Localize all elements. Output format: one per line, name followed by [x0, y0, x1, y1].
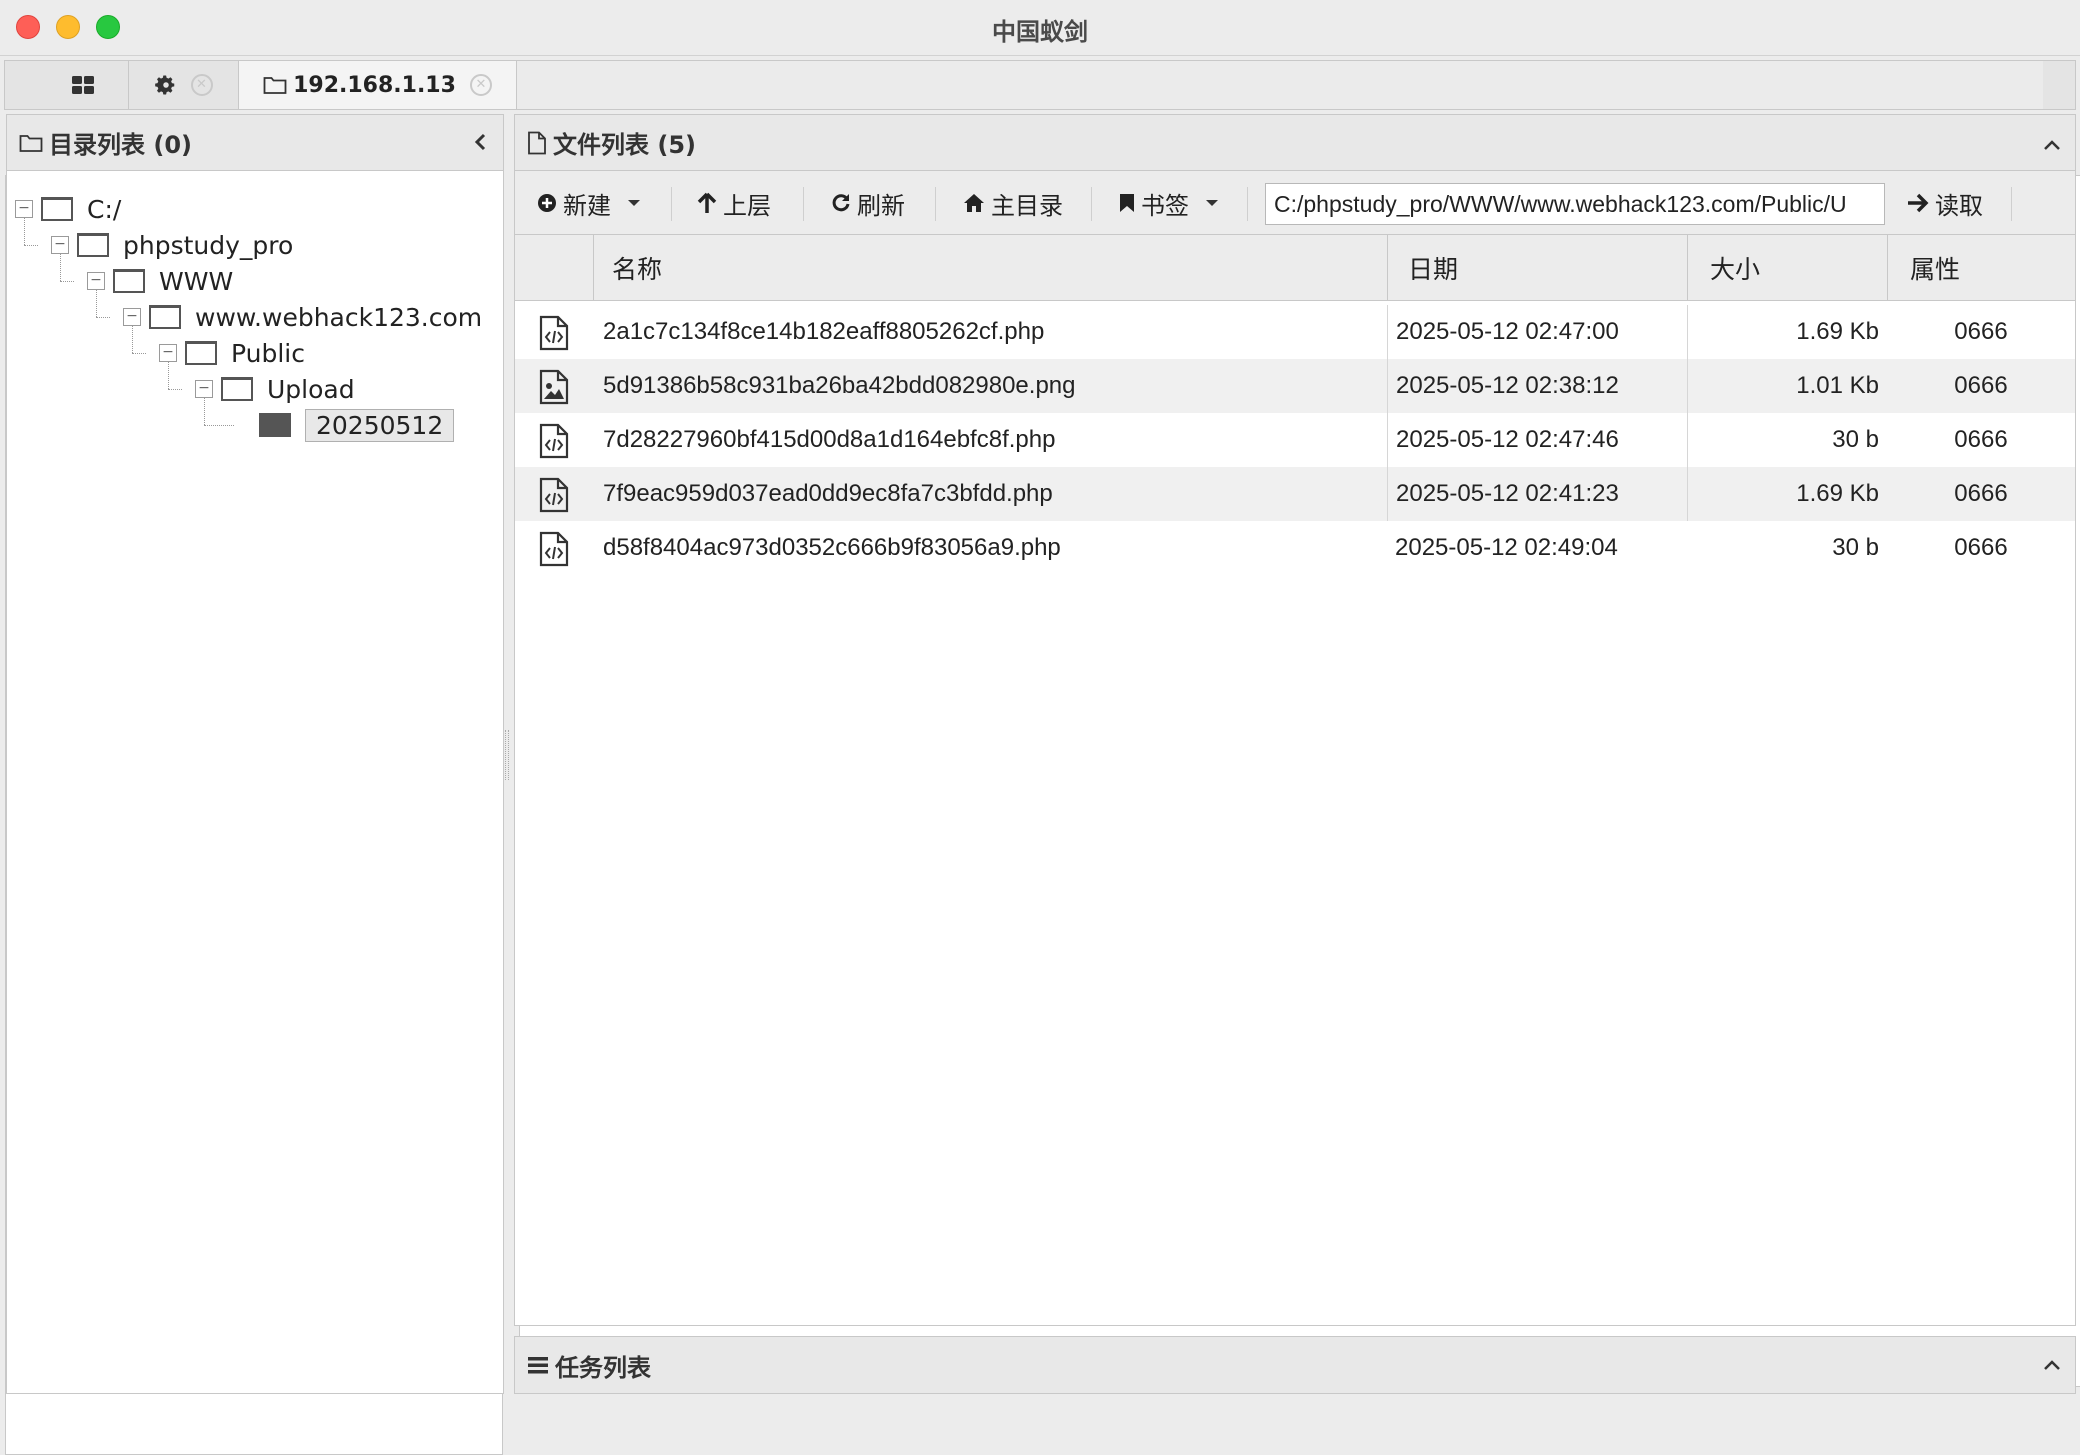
collapse-toggle-icon[interactable]: − — [159, 344, 177, 362]
tree-node-20250512[interactable]: 20250512 — [259, 407, 455, 443]
bookmark-label: 书签 — [1141, 191, 1189, 220]
tree-node-c[interactable]: − C:/ — [15, 191, 121, 227]
folder-filled-icon — [259, 413, 291, 437]
code-file-icon — [539, 477, 569, 513]
home-directory-label: 主目录 — [991, 191, 1063, 220]
chevron-up-icon — [2044, 140, 2060, 150]
file-row[interactable]: 7d28227960bf415d00d8a1d164ebfc8f.php 202… — [515, 413, 2075, 467]
chevron-left-icon — [474, 133, 486, 151]
new-button-label: 新建 — [563, 191, 611, 220]
chevron-up-icon — [2044, 1360, 2060, 1370]
refresh-label: 刷新 — [857, 191, 905, 220]
file-list-panel-title: 文件列表 (5) — [553, 131, 696, 159]
home-icon — [964, 194, 984, 212]
code-file-icon — [539, 423, 569, 459]
tree-node-label: www.webhack123.com — [195, 302, 483, 332]
up-level-label: 上层 — [723, 191, 771, 220]
arrow-right-icon — [1908, 193, 1929, 213]
file-outline-icon — [528, 131, 546, 154]
tree-node-label-selected: 20250512 — [305, 408, 455, 442]
tab-bar-empty-area — [517, 61, 2043, 109]
task-list-title: 任务列表 — [555, 1353, 651, 1382]
expand-task-panel-button[interactable] — [2043, 1349, 2061, 1377]
image-file-icon — [539, 369, 569, 405]
file-row[interactable]: d58f8404ac973d0352c666b9f83056a9.php 202… — [515, 521, 2075, 575]
column-header-attr[interactable]: 属性 — [1887, 235, 2075, 301]
tab-bar: ✕ 192.168.1.13 ✕ — [4, 60, 2080, 1455]
read-path-button[interactable]: 读取 — [1899, 183, 1991, 223]
tab-host-label: 192.168.1.13 — [293, 72, 456, 98]
caret-down-icon — [1206, 200, 1218, 206]
collapse-left-panel-button[interactable] — [473, 129, 487, 159]
file-row[interactable]: 7f9eac959d037ead0dd9ec8fa7c3bfdd.php 202… — [515, 467, 2075, 521]
directory-panel-title: 目录列表 (0) — [49, 131, 192, 159]
tab-home-grid[interactable] — [37, 61, 129, 109]
column-header-size[interactable]: 大小 — [1687, 235, 1887, 301]
tree-node-upload[interactable]: − Upload — [195, 371, 355, 407]
tree-node-label: C:/ — [87, 194, 122, 224]
new-button[interactable]: 新建 — [529, 183, 649, 223]
gear-icon — [154, 75, 174, 95]
folder-outline-icon — [19, 134, 43, 152]
tab-host[interactable]: 192.168.1.13 ✕ — [239, 61, 517, 109]
list-icon — [528, 1357, 548, 1374]
bookmark-button[interactable]: 书签 — [1111, 183, 1227, 223]
home-directory-button[interactable]: 主目录 — [955, 183, 1071, 223]
directory-panel: 目录列表 (0) − C:/ − phpstudy_pro − WWW − ww… — [6, 114, 504, 1394]
directory-panel-header: 目录列表 (0) — [7, 115, 503, 171]
tree-node-label: WWW — [159, 266, 234, 296]
folder-icon — [113, 269, 145, 293]
app-window: 中国蚁剑 ✕ 192.168.1.13 ✕ 目录列表 (0) − C:/ − p… — [0, 0, 2080, 1455]
bookmark-icon — [1120, 194, 1134, 212]
code-file-icon — [539, 315, 569, 351]
folder-icon — [185, 341, 217, 365]
tree-node-webhack123[interactable]: − www.webhack123.com — [123, 299, 482, 335]
window-title: 中国蚁剑 — [992, 18, 1088, 46]
path-input[interactable] — [1265, 183, 1885, 225]
grid-icon — [71, 76, 94, 94]
folder-icon — [41, 197, 73, 221]
refresh-button[interactable]: 刷新 — [823, 183, 913, 223]
file-row[interactable]: 5d91386b58c931ba26ba42bdd082980e.png 202… — [515, 359, 2075, 413]
title-bar: 中国蚁剑 — [0, 0, 2080, 56]
collapse-file-panel-button[interactable] — [2043, 129, 2061, 157]
tree-node-label: Public — [231, 338, 305, 368]
tree-node-www[interactable]: − WWW — [87, 263, 233, 299]
tree-node-label: phpstudy_pro — [123, 230, 294, 260]
arrow-up-icon — [697, 192, 717, 213]
tree-node-label: Upload — [267, 374, 355, 404]
collapse-toggle-icon[interactable]: − — [123, 308, 141, 326]
collapse-toggle-icon[interactable]: − — [51, 236, 69, 254]
tab-host-close-icon[interactable]: ✕ — [469, 74, 492, 96]
file-list-panel: 文件列表 (5) 新建 上层 刷新 主目录 书签 C:/phpstudy_pro… — [514, 114, 2076, 1326]
file-table-header: 名称 日期 大小 属性 — [515, 235, 2075, 301]
file-row[interactable]: 2a1c7c134f8ce14b182eaff8805262cf.php 202… — [515, 305, 2075, 359]
plus-circle-icon — [538, 194, 556, 212]
folder-icon — [77, 233, 109, 257]
file-toolbar: 新建 上层 刷新 主目录 书签 C:/phpstudy_pro/WWW/www.… — [515, 171, 2075, 235]
collapse-toggle-icon[interactable]: − — [87, 272, 105, 290]
refresh-icon — [832, 194, 850, 212]
code-file-icon — [539, 531, 569, 567]
file-list-panel-header: 文件列表 (5) — [515, 115, 2075, 171]
folder-icon — [263, 77, 287, 94]
read-path-label: 读取 — [1935, 191, 1983, 220]
collapse-toggle-icon[interactable]: − — [195, 380, 213, 398]
collapse-toggle-icon[interactable]: − — [15, 200, 33, 218]
caret-down-icon — [628, 200, 640, 206]
column-header-name[interactable]: 名称 — [593, 235, 1387, 301]
tree-node-public[interactable]: − Public — [159, 335, 305, 371]
panel-splitter[interactable] — [505, 730, 509, 780]
folder-icon — [149, 305, 181, 329]
tree-node-phpstudy-pro[interactable]: − phpstudy_pro — [51, 227, 293, 263]
folder-icon — [221, 377, 253, 401]
tab-settings[interactable]: ✕ — [129, 61, 239, 109]
tab-settings-close-icon[interactable]: ✕ — [190, 74, 213, 96]
column-header-date[interactable]: 日期 — [1387, 235, 1687, 301]
task-list-panel[interactable]: 任务列表 — [514, 1336, 2076, 1394]
up-level-button[interactable]: 上层 — [689, 183, 779, 223]
